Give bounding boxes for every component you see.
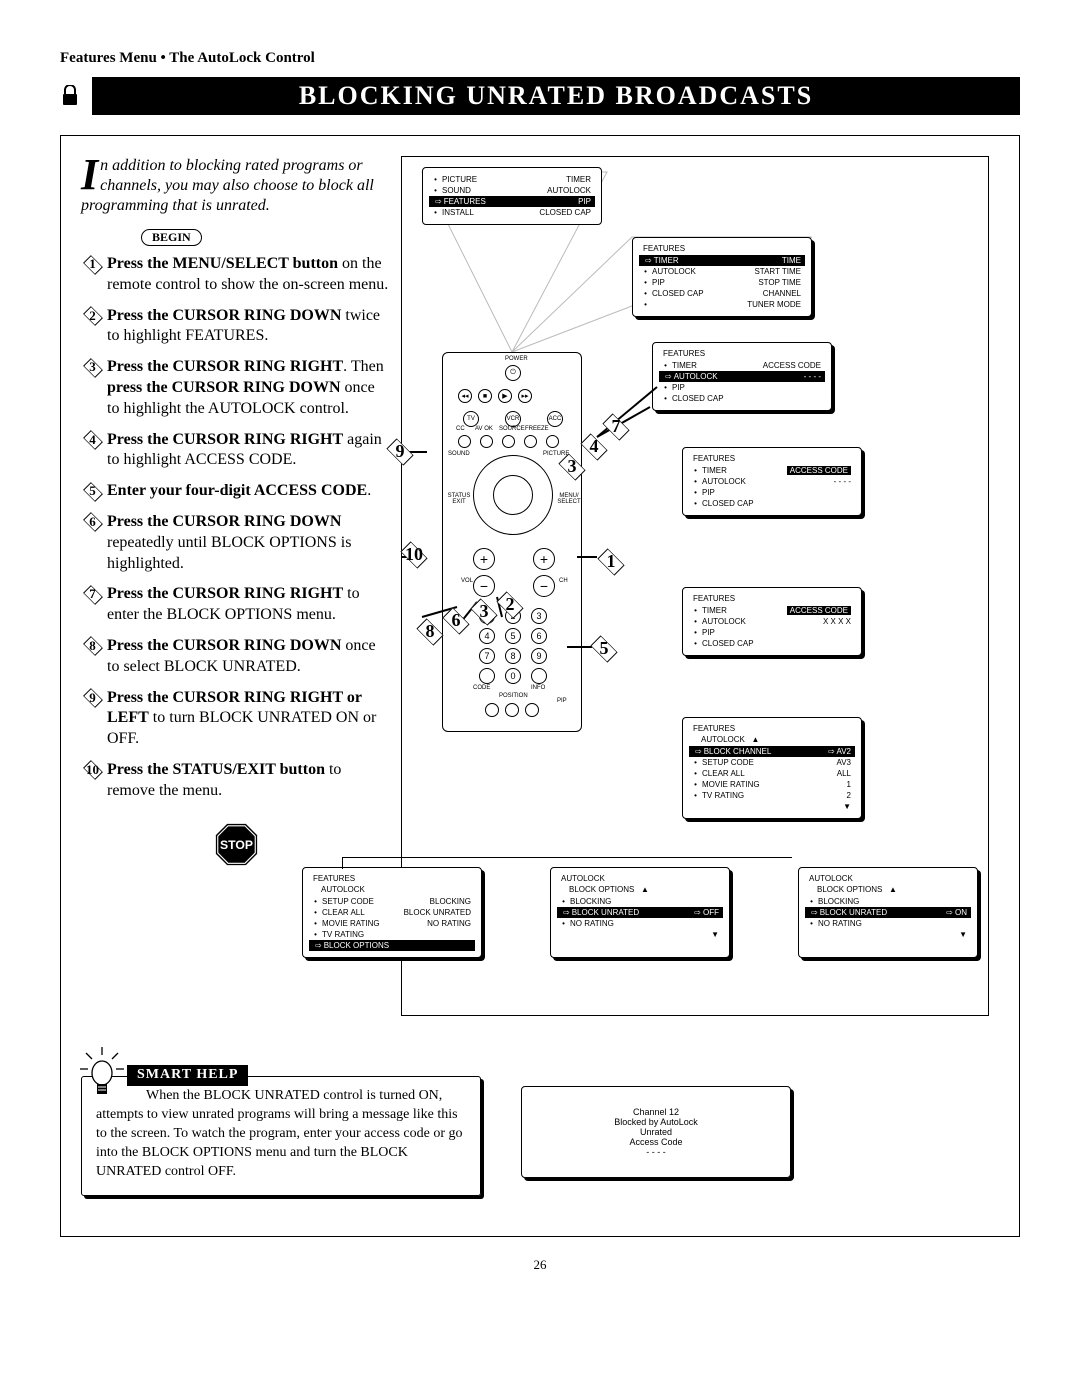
smart-help-box: SMART HELP When the BLOCK UNRATED contro… — [81, 1076, 481, 1196]
svg-text:STOP: STOP — [220, 838, 253, 852]
step-9: 9Press the CURSOR RING RIGHT or LEFT to … — [81, 688, 391, 750]
intro-text: In addition to blocking rated programs o… — [81, 156, 391, 216]
stop-icon: STOP — [214, 822, 259, 867]
step-6: 6Press the CURSOR RING DOWN repeatedly u… — [81, 512, 391, 574]
step-3: 3Press the CURSOR RING RIGHT. Then press… — [81, 357, 391, 419]
step-1: 1Press the MENU/SELECT button on the rem… — [81, 254, 391, 296]
osd-block-options-nav: FEATURESAUTOLOCK•SETUP CODEBLOCKING•CLEA… — [302, 867, 482, 958]
step-10: 10Press the STATUS/EXIT button to remove… — [81, 760, 391, 802]
step-2: 2Press the CURSOR RING DOWN twice to hig… — [81, 306, 391, 348]
smart-help-tag: SMART HELP — [127, 1065, 248, 1086]
lock-icon — [60, 85, 80, 107]
breadcrumb: Features Menu • The AutoLock Control — [60, 50, 1020, 67]
callout-lines — [402, 157, 1002, 857]
step-5: 5Enter your four-digit ACCESS CODE. — [81, 481, 391, 502]
page-number: 26 — [60, 1257, 1020, 1273]
blocked-screen-example: Channel 12 Blocked by AutoLock Unrated A… — [521, 1086, 791, 1178]
diagram-area: •PICTURETIMER•SOUNDAUTOLOCK⇨FEATURESPIP•… — [401, 156, 989, 1016]
dropcap: I — [81, 156, 100, 193]
step-7: 7Press the CURSOR RING RIGHT to enter th… — [81, 584, 391, 626]
osd-block-unrated-on: AUTOLOCKBLOCK OPTIONS ▲•BLOCKING⇨BLOCK U… — [798, 867, 978, 958]
step-8: 8Press the CURSOR RING DOWN once to sele… — [81, 636, 391, 678]
smart-help-text: When the BLOCK UNRATED control is turned… — [96, 1088, 463, 1179]
begin-marker: BEGIN — [141, 229, 202, 246]
lightbulb-icon — [80, 1047, 124, 1103]
osd-block-unrated-off: AUTOLOCKBLOCK OPTIONS ▲•BLOCKING⇨BLOCK U… — [550, 867, 730, 958]
step-4: 4Press the CURSOR RING RIGHT again to hi… — [81, 430, 391, 472]
page-title: BLOCKING UNRATED BROADCASTS — [92, 77, 1020, 115]
